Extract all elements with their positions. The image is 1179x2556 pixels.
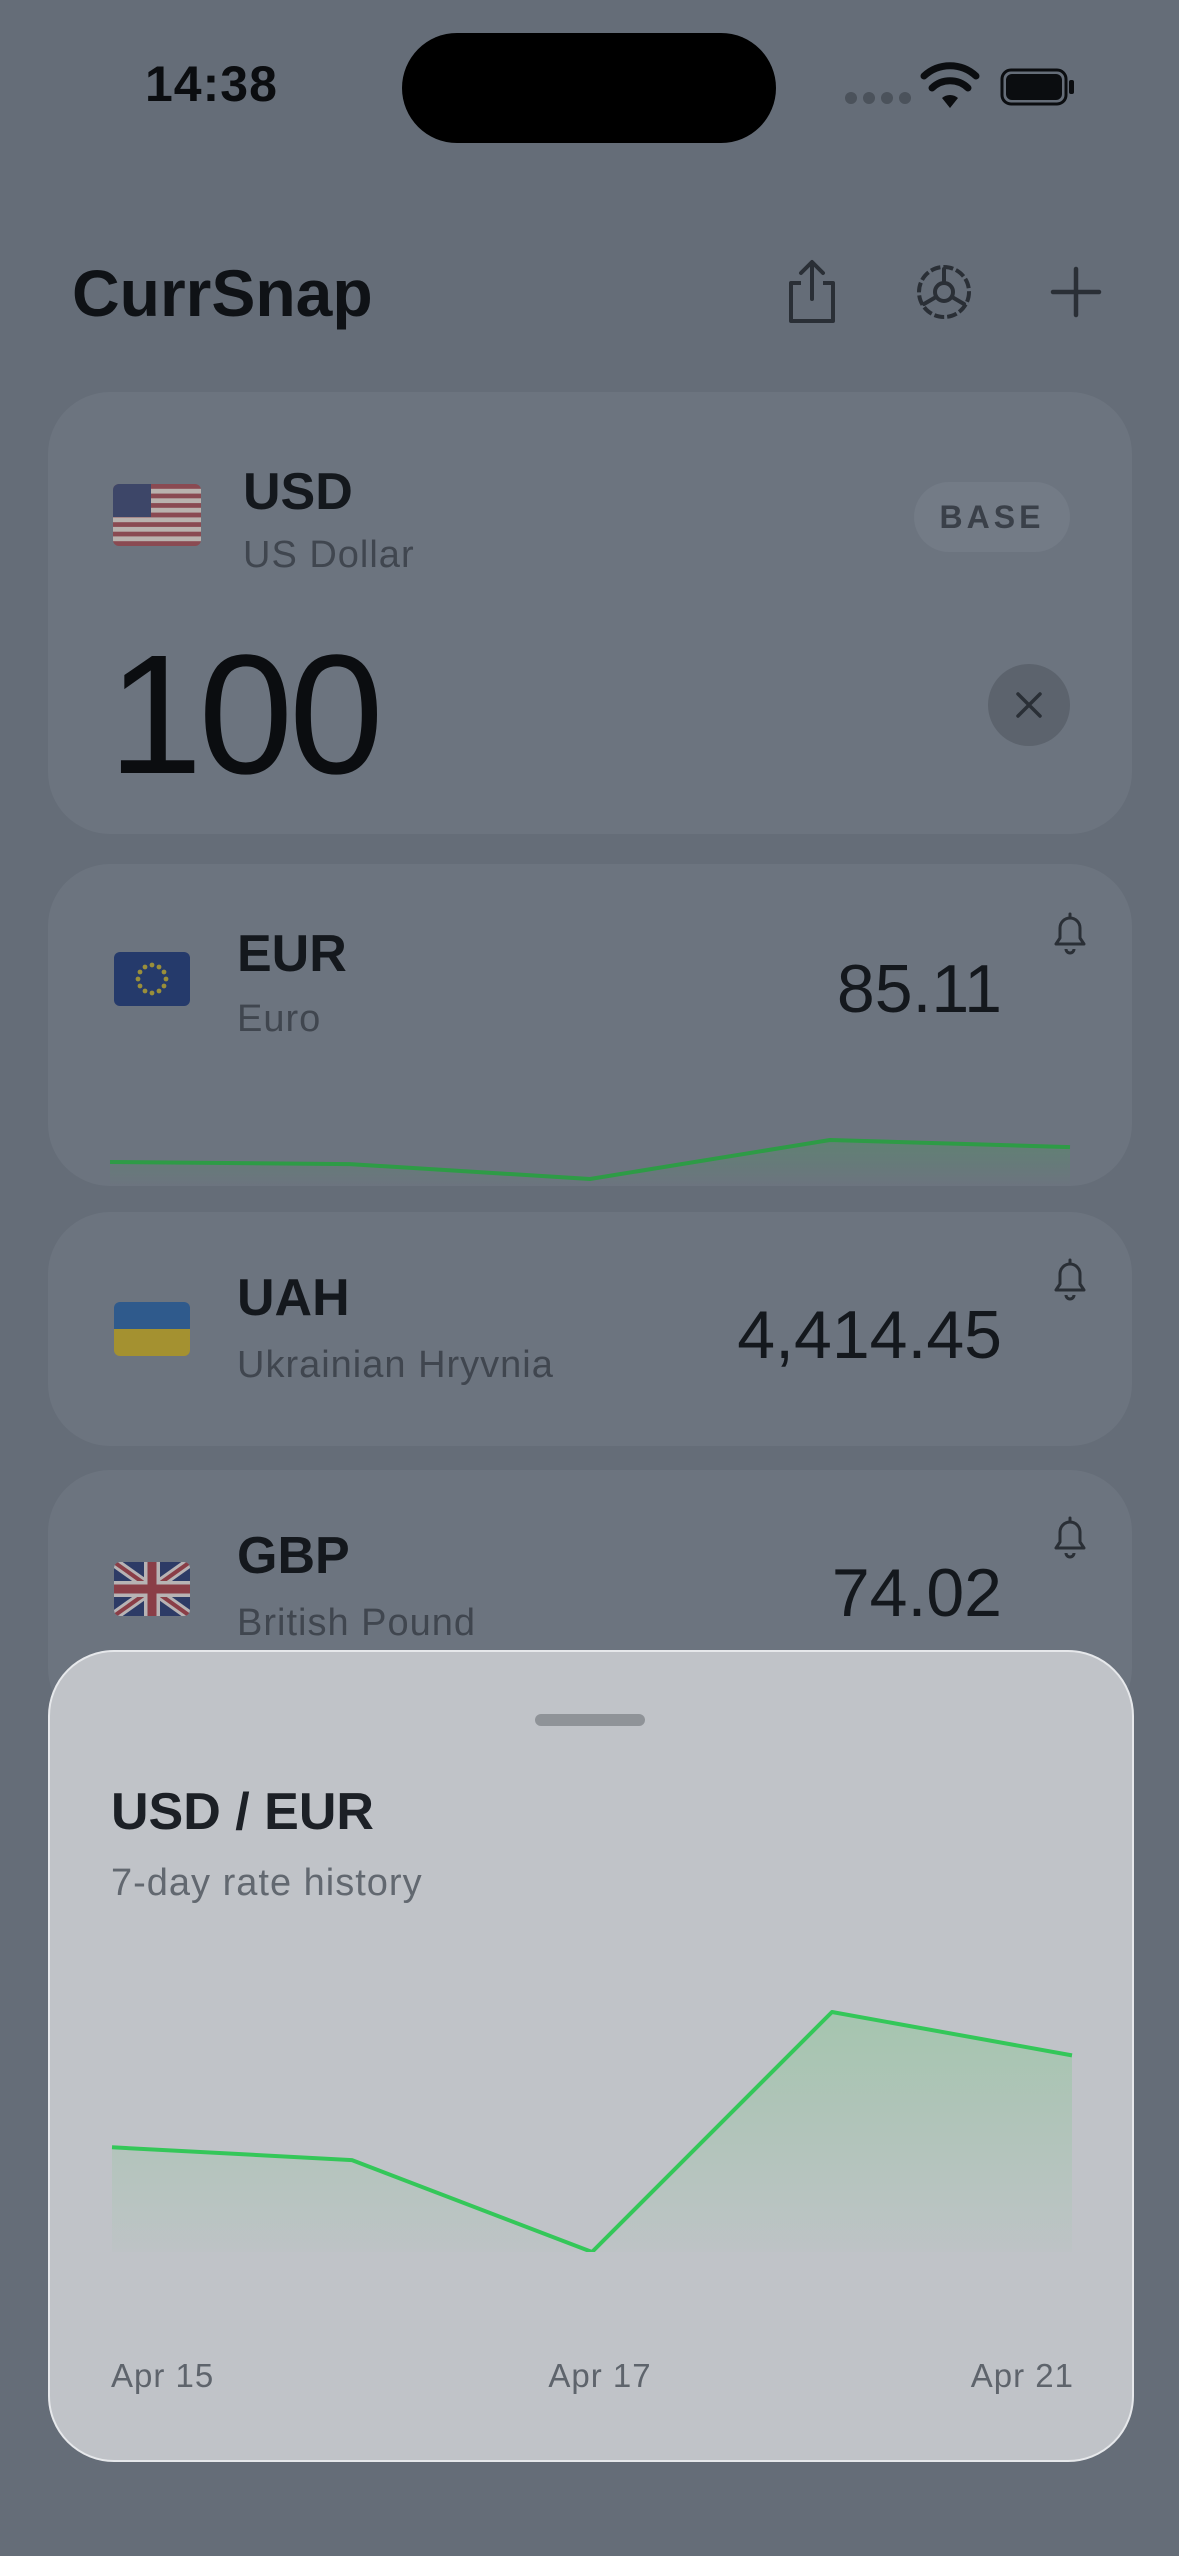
bell-icon[interactable] — [1046, 1510, 1094, 1562]
converted-value: 4,414.45 — [737, 1297, 1002, 1373]
x-tick-label: Apr 21 — [970, 2357, 1074, 2394]
currency-card-uah[interactable]: UAH Ukrainian Hryvnia 4,414.45 — [48, 1212, 1132, 1446]
clear-amount-button[interactable] — [988, 664, 1070, 746]
chart-area — [112, 2012, 1072, 2252]
currency-name: Ukrainian Hryvnia — [237, 1344, 554, 1386]
converted-value: 74.02 — [831, 1555, 1002, 1631]
us-flag-icon — [113, 484, 201, 546]
base-badge: BASE — [914, 482, 1070, 552]
rate-history-sheet[interactable]: USD / EUR 7-day rate history Apr 15 Apr … — [48, 1650, 1134, 2462]
ua-flag-icon — [114, 1302, 190, 1356]
currency-name: British Pound — [237, 1602, 477, 1644]
share-icon — [789, 260, 835, 323]
cellular-signal-icon — [845, 92, 911, 104]
gear-icon — [917, 265, 971, 319]
base-currency-code: USD — [243, 463, 353, 521]
rate-history-chart — [111, 2010, 1073, 2252]
bell-icon[interactable] — [1046, 906, 1094, 958]
wifi-icon — [920, 62, 980, 108]
share-button[interactable] — [772, 252, 852, 332]
settings-button[interactable] — [904, 252, 984, 332]
battery-icon — [1000, 68, 1074, 106]
plus-icon — [1050, 266, 1102, 318]
bell-icon[interactable] — [1046, 1252, 1094, 1304]
x-tick-label: Apr 15 — [111, 2357, 215, 2394]
add-currency-button[interactable] — [1036, 252, 1116, 332]
converted-value: 85.11 — [836, 951, 1002, 1027]
status-time: 14:38 — [145, 56, 278, 112]
close-icon — [1016, 692, 1042, 718]
base-currency-name: US Dollar — [243, 534, 415, 576]
x-tick-label: Apr 17 — [548, 2357, 652, 2394]
currency-code: GBP — [237, 1527, 350, 1585]
currency-name: Euro — [237, 998, 322, 1040]
dynamic-island — [402, 33, 776, 143]
mini-rate-chart — [109, 1138, 1071, 1186]
currency-code: EUR — [237, 925, 347, 983]
sheet-title: USD / EUR — [111, 1783, 374, 1841]
sheet-grabber[interactable] — [535, 1714, 645, 1726]
currency-card-eur[interactable]: EUR Euro 85.11 — [48, 864, 1132, 1186]
eu-flag-icon — [114, 952, 190, 1006]
base-amount-input[interactable]: 100 — [108, 617, 384, 813]
app-title: CurrSnap — [72, 256, 373, 330]
sheet-subtitle: 7-day rate history — [111, 1862, 423, 1904]
uk-flag-icon — [114, 1562, 190, 1616]
currency-code: UAH — [237, 1269, 350, 1327]
base-currency-card[interactable]: USD US Dollar BASE 100 — [48, 392, 1132, 834]
